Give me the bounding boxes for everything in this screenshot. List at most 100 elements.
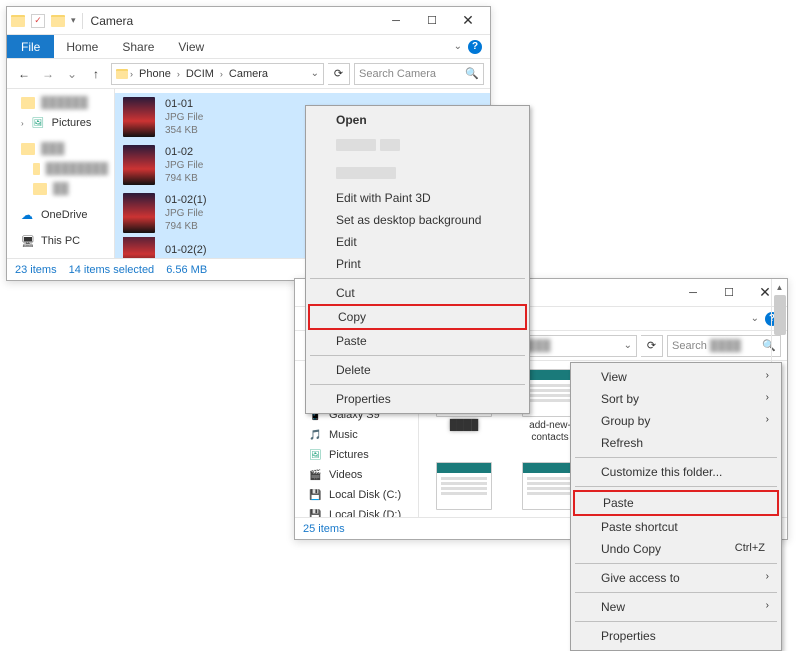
thumbnail: [123, 193, 155, 233]
search-input[interactable]: Search ████ 🔍: [667, 335, 781, 357]
separator: [575, 563, 777, 564]
breadcrumb-seg[interactable]: Camera: [225, 68, 272, 80]
nav-item-thispc[interactable]: This PC: [7, 231, 114, 251]
separator: [575, 592, 777, 593]
refresh-button[interactable]: ⟳: [328, 63, 350, 85]
menu-delete[interactable]: Delete: [308, 359, 527, 381]
menu-copy[interactable]: Copy: [308, 304, 527, 330]
nav-item-onedrive[interactable]: OneDrive: [7, 205, 114, 225]
menu-undo-copy[interactable]: Undo CopyCtrl+Z: [573, 538, 779, 560]
menu-paste[interactable]: Paste: [573, 490, 779, 516]
menu-item-blurred[interactable]: [308, 131, 527, 159]
disk-icon: [309, 509, 323, 517]
nav-item-folder[interactable]: ████████: [7, 159, 114, 179]
quick-access-icon[interactable]: [31, 14, 45, 28]
maximize-button[interactable]: ☐: [414, 9, 450, 33]
nav-item-music[interactable]: Music: [295, 425, 418, 445]
close-button[interactable]: ✕: [450, 9, 486, 33]
menu-set-background[interactable]: Set as desktop background: [308, 209, 527, 231]
search-icon[interactable]: 🔍: [465, 67, 479, 80]
menu-cut[interactable]: Cut: [308, 282, 527, 304]
menu-properties[interactable]: Properties: [308, 388, 527, 410]
search-placeholder: Search Camera: [359, 68, 436, 80]
chevron-down-icon[interactable]: ⌄: [454, 41, 462, 52]
chevron-right-icon: ›: [766, 392, 769, 403]
folder-icon: [21, 143, 35, 155]
nav-item-pictures[interactable]: Pictures: [295, 445, 418, 465]
help-icon[interactable]: ?: [468, 40, 482, 54]
tab-file[interactable]: File: [7, 35, 54, 58]
chevron-right-icon[interactable]: ›: [220, 69, 223, 79]
minimize-button[interactable]: ─: [675, 281, 711, 305]
menu-edit[interactable]: Edit: [308, 231, 527, 253]
ribbon-tabs: File Home Share View ⌄ ?: [7, 35, 490, 59]
chevron-down-icon[interactable]: ⌄: [751, 313, 759, 324]
menu-new[interactable]: New›: [573, 596, 779, 618]
nav-item-folder[interactable]: ██████: [7, 93, 114, 113]
menu-group[interactable]: Group by›: [573, 410, 779, 432]
search-input[interactable]: Search Camera 🔍: [354, 63, 484, 85]
menu-sort[interactable]: Sort by›: [573, 388, 779, 410]
breadcrumb-seg[interactable]: DCIM: [182, 68, 218, 80]
separator: [310, 384, 525, 385]
separator: [310, 355, 525, 356]
onedrive-icon: [21, 209, 35, 221]
address-dropdown[interactable]: ⌄: [311, 68, 319, 79]
address-dropdown[interactable]: ⌄: [624, 340, 632, 351]
thumbnail: [436, 462, 492, 510]
nav-item-disk-d[interactable]: Local Disk (D:): [295, 505, 418, 517]
folder-icon: [33, 163, 40, 175]
maximize-button[interactable]: ☐: [711, 281, 747, 305]
menu-view[interactable]: View›: [573, 366, 779, 388]
folder-icon: [21, 97, 35, 109]
chevron-right-icon[interactable]: ›: [177, 69, 180, 79]
history-dropdown[interactable]: ⌄: [61, 63, 83, 85]
disk-icon: [309, 489, 323, 501]
context-menu-folder: View› Sort by› Group by› Refresh Customi…: [570, 362, 782, 651]
folder-app-icon: [11, 15, 25, 27]
pc-icon: [21, 235, 35, 247]
pictures-icon: [32, 117, 46, 129]
separator: [82, 13, 83, 29]
nav-item-videos[interactable]: Videos: [295, 465, 418, 485]
back-button[interactable]: ←: [13, 63, 35, 85]
menu-customize[interactable]: Customize this folder...: [573, 461, 779, 483]
thumbnail: [123, 97, 155, 137]
tab-share[interactable]: Share: [110, 35, 166, 58]
nav-item-pictures[interactable]: ›Pictures: [7, 113, 114, 133]
chevron-right-icon: ›: [766, 414, 769, 425]
menu-paste-shortcut[interactable]: Paste shortcut: [573, 516, 779, 538]
up-button[interactable]: ↑: [85, 63, 107, 85]
file-item[interactable]: [427, 462, 501, 510]
forward-button[interactable]: →: [37, 63, 59, 85]
menu-give-access[interactable]: Give access to›: [573, 567, 779, 589]
navigation-pane: ██████ ›Pictures ███ ████████ ██ OneDriv…: [7, 89, 115, 258]
qat-dropdown-icon[interactable]: ▾: [71, 15, 76, 26]
status-size: 6.56 MB: [166, 264, 207, 276]
menu-item-blurred[interactable]: [308, 159, 527, 187]
refresh-button[interactable]: ⟳: [641, 335, 663, 357]
minimize-button[interactable]: ─: [378, 9, 414, 33]
separator: [575, 486, 777, 487]
nav-item-disk-c[interactable]: Local Disk (C:): [295, 485, 418, 505]
caret-icon[interactable]: ›: [21, 119, 24, 128]
menu-paste[interactable]: Paste: [308, 330, 527, 352]
pictures-icon: [309, 449, 323, 461]
window-title: Camera: [91, 14, 378, 28]
breadcrumb[interactable]: › Phone › DCIM › Camera ⌄: [111, 63, 324, 85]
tab-home[interactable]: Home: [54, 35, 110, 58]
menu-open[interactable]: Open: [308, 109, 527, 131]
nav-item-folder[interactable]: ███: [7, 139, 114, 159]
menu-refresh[interactable]: Refresh: [573, 432, 779, 454]
separator: [575, 621, 777, 622]
status-selected: 14 items selected: [69, 264, 155, 276]
chevron-right-icon[interactable]: ›: [130, 69, 133, 79]
menu-properties[interactable]: Properties: [573, 625, 779, 647]
nav-item-folder[interactable]: ██: [7, 179, 114, 199]
tab-view[interactable]: View: [166, 35, 216, 58]
menu-print[interactable]: Print: [308, 253, 527, 275]
breadcrumb-seg[interactable]: Phone: [135, 68, 175, 80]
menu-edit-paint3d[interactable]: Edit with Paint 3D: [308, 187, 527, 209]
separator: [310, 278, 525, 279]
titlebar[interactable]: ▾ Camera ─ ☐ ✕: [7, 7, 490, 35]
